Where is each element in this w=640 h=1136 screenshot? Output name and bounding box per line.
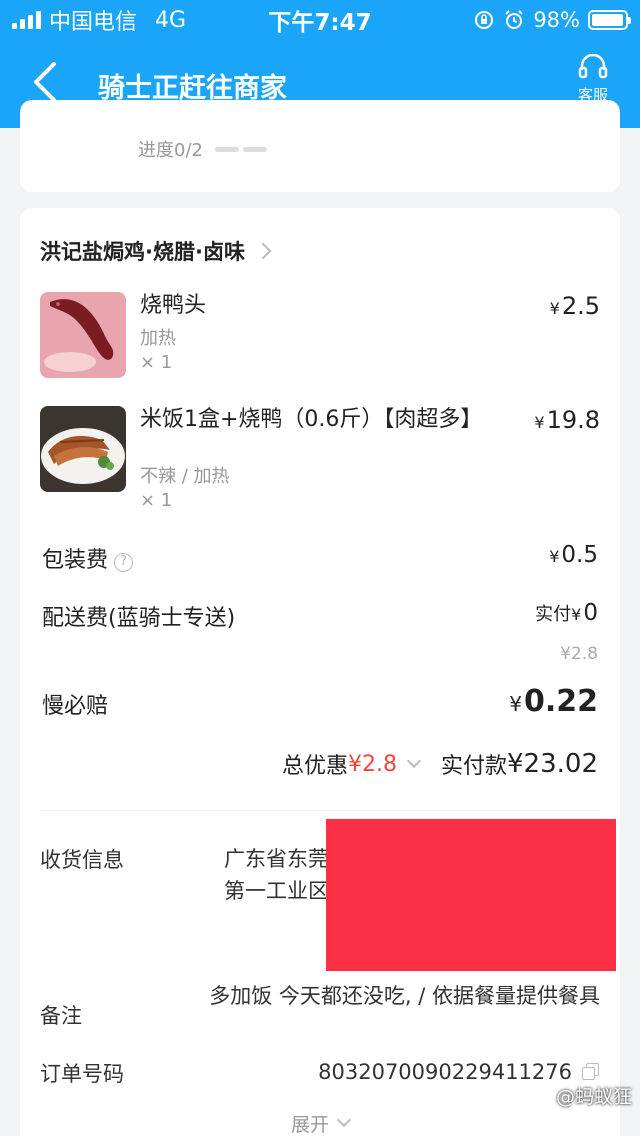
note-value: 多加饭 今天都还没吃, / 依据餐量提供餐具	[209, 984, 600, 1008]
packing-fee-label: 包装费?	[42, 542, 134, 574]
carrier-text: 中国电信	[49, 10, 138, 35]
status-time: 下午7:47	[268, 10, 372, 36]
note-label: 备注	[40, 1004, 82, 1028]
item-name: 烧鸭头	[140, 293, 207, 318]
progress-text: 进度0/2	[138, 140, 203, 161]
status-left: 中国电信 4G	[12, 4, 232, 36]
address-label: 收货信息	[40, 848, 124, 872]
rotation-lock-icon	[475, 11, 494, 29]
discount-value: ¥2.8	[348, 751, 397, 777]
order-card: 洪记盐焗鸡·烧腊·卤味 烧鸭头 加热 × 1 ¥2.5 米饭1盒+烧鸭（0.6斤…	[20, 208, 620, 1136]
battery-fill	[592, 14, 624, 26]
headset-icon	[578, 54, 608, 79]
status-bar: 中国电信 4G 下午7:47 98%	[0, 0, 640, 40]
item-image	[40, 292, 126, 378]
copy-icon[interactable]	[582, 1063, 600, 1081]
order-item: 米饭1盒+烧鸭（0.6斤）【肉超多】 不辣 / 加热 × 1 ¥19.8	[40, 406, 600, 516]
item-quantity: × 1	[140, 352, 173, 373]
order-number-value: 8032070090229411276	[318, 1060, 572, 1084]
item-spec: 加热	[140, 328, 176, 349]
privacy-mask	[326, 819, 616, 971]
paid-label: 实付款	[441, 754, 508, 779]
status-right: 98%	[408, 8, 631, 32]
alarm-icon	[505, 10, 524, 29]
watermark: @蚂蚁狂	[555, 1086, 632, 1108]
order-number-label: 订单号码	[40, 1062, 124, 1086]
late-compensation-label: 慢必赔	[42, 694, 109, 719]
order-total: 总优惠 ¥2.8 实付款 ¥23.02	[282, 748, 598, 780]
help-icon[interactable]: ?	[114, 553, 134, 572]
shop-name: 洪记盐焗鸡·烧腊·卤味	[40, 240, 245, 264]
network-text: 4G	[155, 7, 187, 33]
chevron-down-icon	[336, 1112, 352, 1128]
item-image	[40, 406, 126, 492]
shop-link[interactable]: 洪记盐焗鸡·烧腊·卤味	[40, 236, 272, 266]
progress-card: 进度0/2	[20, 100, 620, 192]
order-number: 8032070090229411276	[318, 1060, 600, 1084]
expand-button[interactable]: 展开	[20, 1110, 620, 1136]
rice-roast-duck-image	[40, 406, 126, 492]
order-item: 烧鸭头 加热 × 1 ¥2.5	[40, 292, 600, 392]
duck-head-image	[40, 292, 126, 378]
packing-fee-value: ¥0.5	[549, 542, 598, 568]
progress-step-2	[242, 146, 267, 152]
progress-indicator: 进度0/2	[138, 136, 267, 162]
divider	[40, 810, 600, 811]
customer-service-button[interactable]: 客服	[568, 54, 618, 105]
progress-step-1	[214, 146, 239, 152]
signal-icon	[12, 11, 41, 29]
expand-label: 展开	[290, 1114, 329, 1136]
paid-value: ¥23.02	[507, 749, 598, 779]
item-name: 米饭1盒+烧鸭（0.6斤）【肉超多】	[140, 407, 483, 432]
delivery-original-price: ¥2.8	[560, 644, 598, 664]
discount-label: 总优惠	[282, 754, 349, 779]
battery-text: 98%	[533, 8, 580, 32]
chevron-down-icon[interactable]	[406, 753, 422, 769]
delivery-fee-label: 配送费(蓝骑士专送)	[42, 606, 236, 631]
item-price: ¥19.8	[534, 406, 600, 434]
item-price: ¥2.5	[549, 292, 600, 320]
back-arrow-icon[interactable]	[28, 60, 64, 104]
chevron-right-icon	[254, 242, 272, 260]
delivery-fee-value: 实付¥0	[535, 600, 598, 626]
battery-icon	[588, 10, 631, 30]
item-quantity: × 1	[140, 490, 173, 511]
item-spec: 不辣 / 加热	[140, 466, 230, 487]
late-compensation-value: ¥0.22	[509, 684, 598, 719]
